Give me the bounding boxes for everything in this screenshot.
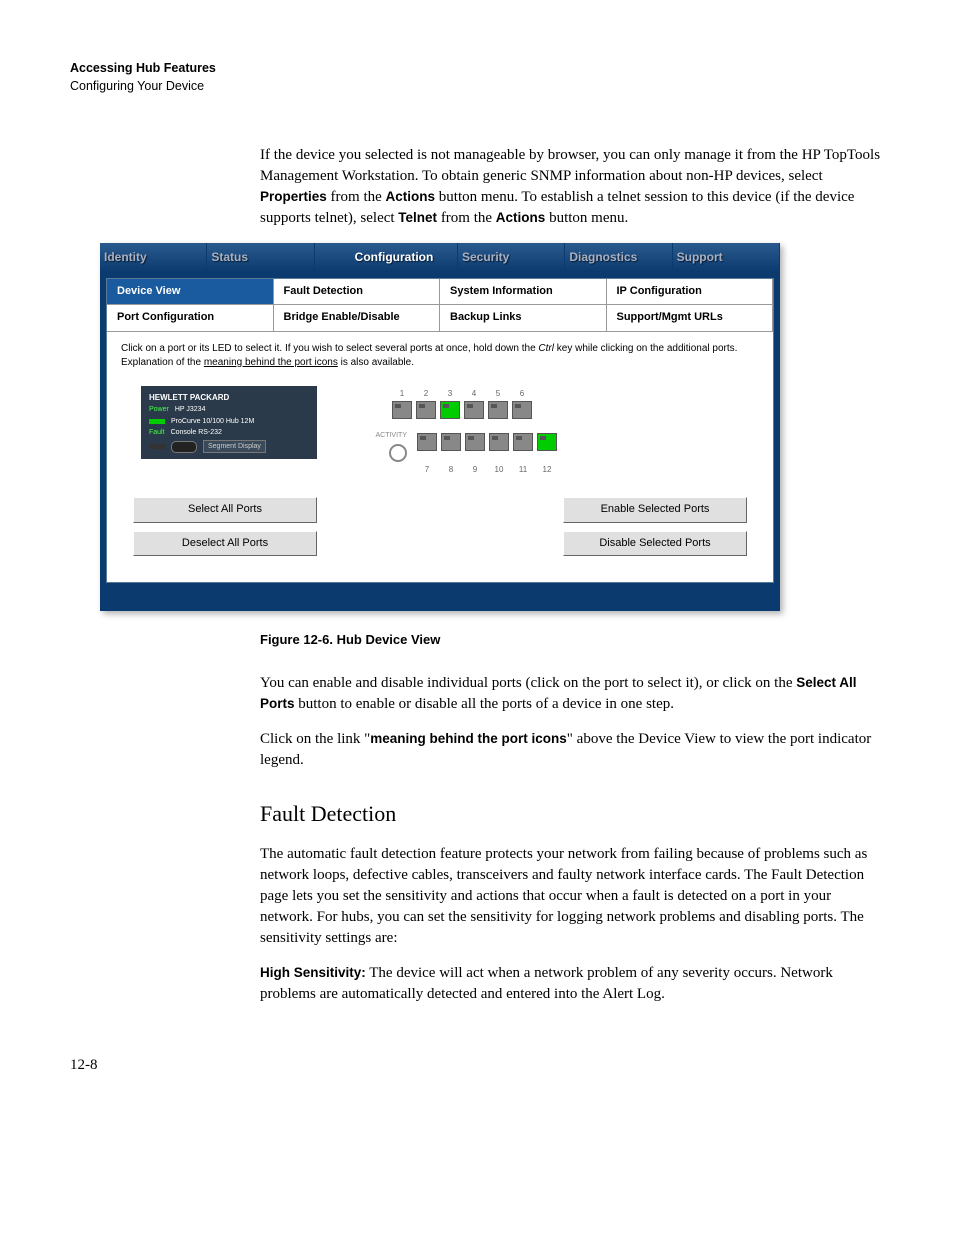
high-sensitivity-label: High Sensitivity: <box>260 965 366 980</box>
fault-detection-heading: Fault Detection <box>260 799 884 830</box>
port-7[interactable] <box>417 433 437 451</box>
port-10[interactable] <box>489 433 509 451</box>
fault-detection-para-1: The automatic fault detection feature pr… <box>260 844 884 949</box>
tab-identity[interactable]: Identity <box>100 243 207 272</box>
chapter-subtitle: Configuring Your Device <box>70 78 884 96</box>
subtab-backup-links[interactable]: Backup Links <box>440 305 607 331</box>
port-2[interactable] <box>416 401 436 419</box>
after-figure-para-1: You can enable and disable individual po… <box>260 673 884 715</box>
device-faceplate: HEWLETT PACKARD Power HP J3234 ProCurve … <box>141 386 317 460</box>
fault-led <box>149 444 165 449</box>
telnet-bold: Telnet <box>398 210 437 225</box>
device-view-screenshot: Identity Status Configuration Security D… <box>100 243 780 611</box>
port-6[interactable] <box>512 401 532 419</box>
console-port-icon <box>171 441 197 453</box>
page-number: 12-8 <box>70 1055 884 1076</box>
tab-diagnostics[interactable]: Diagnostics <box>565 243 672 272</box>
subtab-support-mgmt-urls[interactable]: Support/Mgmt URLs <box>607 305 774 331</box>
subtab-system-information[interactable]: System Information <box>440 279 607 305</box>
subtab-port-configuration[interactable]: Port Configuration <box>107 305 274 331</box>
fault-detection-para-2: High Sensitivity: The device will act wh… <box>260 963 884 1005</box>
disable-selected-ports-button[interactable]: Disable Selected Ports <box>563 531 747 556</box>
tab-security[interactable]: Security <box>458 243 565 272</box>
port-11[interactable] <box>513 433 533 451</box>
port-1[interactable] <box>392 401 412 419</box>
console-label: Console RS-232 <box>171 428 222 438</box>
activity-label: ACTIVITY <box>375 432 407 439</box>
figure-caption: Figure 12-6. Hub Device View <box>260 631 884 649</box>
port-12[interactable] <box>537 433 557 451</box>
select-all-ports-button[interactable]: Select All Ports <box>133 497 317 522</box>
port-instruction-text: Click on a port or its LED to select it.… <box>121 342 759 370</box>
port-8[interactable] <box>441 433 461 451</box>
subtab-fault-detection[interactable]: Fault Detection <box>274 279 441 305</box>
enable-selected-ports-button[interactable]: Enable Selected Ports <box>563 497 747 522</box>
meaning-behind-port-icons-link[interactable]: meaning behind the port icons <box>204 357 338 368</box>
port-5[interactable] <box>488 401 508 419</box>
intro-paragraph: If the device you selected is not manage… <box>260 145 884 229</box>
actions-bold-2: Actions <box>496 210 546 225</box>
tab-configuration[interactable]: Configuration <box>315 243 458 272</box>
fault-label: Fault <box>149 428 165 438</box>
port-action-buttons: Select All Ports Deselect All Ports Enab… <box>121 497 759 556</box>
after-figure-para-2: Click on the link "meaning behind the po… <box>260 729 884 771</box>
segment-display: Segment Display <box>203 440 266 453</box>
subtab-device-view[interactable]: Device View <box>107 279 274 305</box>
device-model: HP J3234 <box>175 405 206 415</box>
port-9[interactable] <box>465 433 485 451</box>
chapter-header: Accessing Hub Features Configuring Your … <box>70 60 884 95</box>
subtab-ip-configuration[interactable]: IP Configuration <box>607 279 774 305</box>
main-tab-bar: Identity Status Configuration Security D… <box>100 243 780 272</box>
tab-support[interactable]: Support <box>673 243 780 272</box>
sub-tab-bar: Device View Fault Detection System Infor… <box>107 279 773 332</box>
chapter-title: Accessing Hub Features <box>70 60 884 78</box>
port-4[interactable] <box>464 401 484 419</box>
hp-logo: HEWLETT PACKARD <box>149 392 309 403</box>
power-label: Power <box>149 405 169 415</box>
sub-panel: Device View Fault Detection System Infor… <box>106 278 774 583</box>
port-3[interactable] <box>440 401 460 419</box>
device-visualization: HEWLETT PACKARD Power HP J3234 ProCurve … <box>141 386 759 478</box>
ports-block: 1 2 3 4 5 6 <box>367 386 557 478</box>
power-led <box>149 419 165 424</box>
subtab-bridge-enable-disable[interactable]: Bridge Enable/Disable <box>274 305 441 331</box>
deselect-all-ports-button[interactable]: Deselect All Ports <box>133 531 317 556</box>
tab-status[interactable]: Status <box>207 243 314 272</box>
device-view-content: Click on a port or its LED to select it.… <box>107 332 773 582</box>
properties-bold: Properties <box>260 189 327 204</box>
meaning-behind-port-icons-bold: meaning behind the port icons <box>370 731 567 746</box>
activity-led-icon <box>389 444 407 462</box>
actions-bold-1: Actions <box>386 189 436 204</box>
window-bottom-border <box>100 589 780 611</box>
device-product: ProCurve 10/100 Hub 12M <box>171 417 254 427</box>
